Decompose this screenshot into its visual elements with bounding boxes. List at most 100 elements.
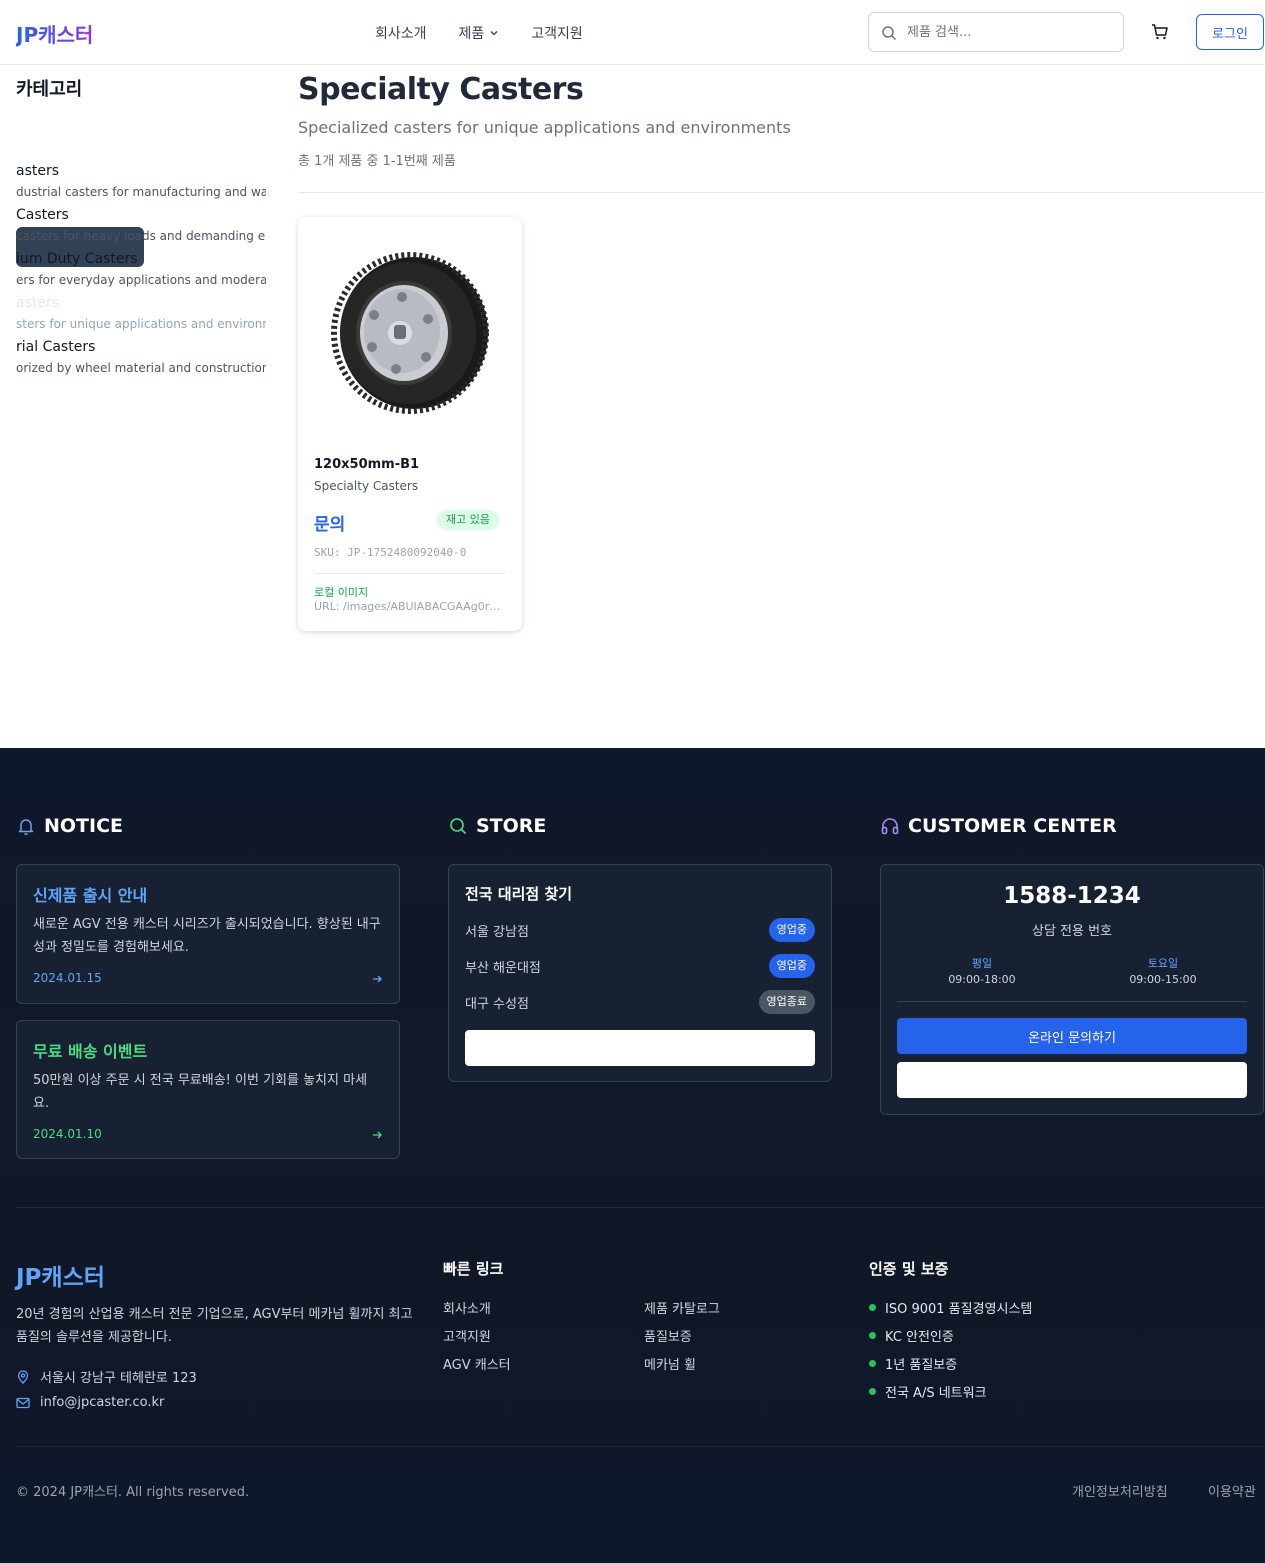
store-status-badge: 영업중 <box>768 918 815 942</box>
copyright: © 2024 JP캐스터. All rights reserved. <box>16 1485 250 1500</box>
product-sku: SKU: JP-1752480092040-0 <box>314 546 467 559</box>
secondary-contact-button[interactable] <box>897 1062 1247 1098</box>
mail-icon <box>16 1397 30 1408</box>
category-desc: dustrial casters for manufacturing and w… <box>16 185 266 199</box>
notice-card[interactable]: 무료 배송 이벤트 50만원 이상 주문 시 전국 무료배송! 이번 기회를 놓… <box>16 1020 400 1159</box>
category-name: rial Casters <box>16 339 96 355</box>
product-price: 문의 <box>314 515 346 535</box>
store-name: 대구 수성점 <box>465 997 529 1012</box>
arrow-right-icon[interactable] <box>371 973 383 985</box>
sidebar-title: 카테고리 <box>16 79 83 100</box>
result-count: 총 1개 제품 중 1-1번째 제품 <box>298 154 456 169</box>
nav-label: 회사소개 <box>375 26 427 42</box>
chevron-down-icon <box>490 31 498 36</box>
category-name: asters <box>16 163 60 179</box>
store-row[interactable]: 부산 해운대점 영업중 <box>465 954 815 978</box>
bullet-dot <box>869 1332 876 1339</box>
search-input[interactable] <box>907 13 1117 51</box>
footer-link[interactable]: 고객지원 <box>443 1326 491 1345</box>
section-label: STORE <box>476 815 547 837</box>
store-row[interactable]: 대구 수성점 영업종료 <box>465 990 815 1014</box>
notice-body: 새로운 AGV 전용 캐스터 시리즈가 출시되었습니다. 향상된 내구성과 정밀… <box>33 917 381 955</box>
page-subtitle: Specialized casters for unique applicati… <box>298 118 791 137</box>
main-nav: 회사소개 제품 고객지원 <box>375 23 615 43</box>
bell-icon <box>18 819 34 836</box>
cert-label: 1년 품질보증 <box>885 1358 958 1373</box>
email-text[interactable]: info@jpcaster.co.kr <box>40 1395 164 1410</box>
online-inquiry-button[interactable]: 온라인 문의하기 <box>897 1018 1247 1054</box>
footer-link[interactable]: 제품 카탈로그 <box>644 1298 720 1317</box>
find-all-stores-button[interactable] <box>465 1030 815 1066</box>
product-name[interactable]: 120x50mm-B1 <box>314 457 419 472</box>
store-row[interactable]: 서울 강남점 영업중 <box>465 918 815 942</box>
hours-label: 토요일 <box>1147 957 1179 970</box>
notice-section-title: NOTICE <box>16 815 123 837</box>
hours-value: 09:00-18:00 <box>948 973 1016 986</box>
sidebar-item-medium-duty[interactable]: ium Duty Casters ers for everyday applic… <box>16 251 266 293</box>
login-button[interactable]: 로그인 <box>1196 14 1264 50</box>
nav-item-company[interactable]: 회사소개 <box>375 23 427 43</box>
store-name: 서울 강남점 <box>465 925 529 940</box>
category-desc: sters for unique applications and enviro… <box>16 317 266 331</box>
arrow-right-icon[interactable] <box>371 1129 383 1141</box>
site-footer: NOTICE 신제품 출시 안내 새로운 AGV 전용 캐스터 시리즈가 출시되… <box>0 748 1265 1563</box>
section-label: CUSTOMER CENTER <box>908 815 1117 837</box>
divider <box>314 573 506 574</box>
sidebar-item-material[interactable]: rial Casters orized by wheel material an… <box>16 339 266 381</box>
nav-label: 제품 <box>458 26 485 42</box>
footer-divider <box>16 1446 1265 1447</box>
search-icon <box>882 26 897 41</box>
footer-link[interactable]: 품질보증 <box>644 1326 692 1345</box>
category-desc: casters for heavy loads and demanding en… <box>16 229 266 243</box>
store-name: 부산 해운대점 <box>465 961 541 976</box>
address-text: 서울시 강남구 테헤란로 123 <box>40 1371 197 1386</box>
product-image[interactable] <box>298 217 522 441</box>
sidebar-item-heavy-duty[interactable]: Casters casters for heavy loads and dema… <box>16 207 266 249</box>
section-label: NOTICE <box>44 815 124 837</box>
product-card[interactable]: 120x50mm-B1 Specialty Casters 문의 재고 있음 S… <box>298 217 522 631</box>
weekday-hours: 평일 09:00-18:00 <box>917 955 1047 986</box>
store-status-badge: 영업종료 <box>758 990 815 1014</box>
notice-body: 50만원 이상 주문 시 전국 무료배송! 이번 기회를 놓치지 마세요. <box>33 1073 368 1111</box>
address: 서울시 강남구 테헤란로 123 <box>16 1367 197 1386</box>
cert-label: ISO 9001 품질경영시스템 <box>885 1302 1033 1317</box>
terms-link[interactable]: 이용약관 <box>1208 1481 1256 1500</box>
store-heading: 전국 대리점 찾기 <box>465 885 573 903</box>
cert-item: 1년 품질보증 <box>869 1354 957 1373</box>
stock-badge: 재고 있음 <box>437 510 499 530</box>
store-section-title: STORE <box>448 815 546 837</box>
phone-label: 상담 전용 번호 <box>1031 924 1113 939</box>
customer-center-panel: 1588-1234 상담 전용 번호 평일 09:00-18:00 토요일 09… <box>880 864 1264 1115</box>
category-desc: orized by wheel material and constructio… <box>16 361 266 375</box>
footer-logo[interactable]: JP캐스터 <box>16 1258 105 1292</box>
category-name: asters <box>16 295 60 311</box>
customer-center-section-title: CUSTOMER CENTER <box>880 815 1117 837</box>
footer-link[interactable]: 메카넘 휠 <box>644 1354 696 1373</box>
store-status-badge: 영업중 <box>768 954 815 978</box>
sidebar-item-industrial[interactable]: asters dustrial casters for manufacturin… <box>16 163 266 205</box>
site-logo[interactable]: JP캐스터 <box>16 19 93 48</box>
quick-links-title: 빠른 링크 <box>443 1260 504 1278</box>
cert-item: ISO 9001 품질경영시스템 <box>869 1298 1032 1317</box>
category-name: Casters <box>16 207 69 223</box>
notice-title: 무료 배송 이벤트 <box>33 1042 148 1061</box>
privacy-policy-link[interactable]: 개인정보처리방침 <box>1072 1481 1168 1500</box>
bullet-dot <box>869 1304 876 1311</box>
sidebar-item-specialty[interactable]: asters sters for unique applications and… <box>16 295 266 337</box>
company-description: 20년 경험의 산업용 캐스터 전문 기업으로, AGV부터 메카넘 휠까지 최… <box>16 1307 413 1345</box>
product-category: Specialty Casters <box>314 479 419 493</box>
notice-date: 2024.01.10 <box>33 1127 102 1141</box>
divider <box>298 192 1265 193</box>
nav-item-products[interactable]: 제품 <box>459 23 500 43</box>
saturday-hours: 토요일 09:00-15:00 <box>1098 955 1228 986</box>
bullet-dot <box>869 1360 876 1367</box>
footer-link[interactable]: AGV 캐스터 <box>443 1354 511 1373</box>
footer-link[interactable]: 회사소개 <box>443 1298 491 1317</box>
hours-label: 평일 <box>971 957 993 970</box>
search-box <box>868 12 1124 52</box>
cart-icon[interactable] <box>1150 22 1170 42</box>
image-url: URL: /images/ABUIABACGAAg0rL2rwYooPW5hQM… <box>314 600 506 613</box>
cert-item: KC 안전인증 <box>869 1326 954 1345</box>
notice-card[interactable]: 신제품 출시 안내 새로운 AGV 전용 캐스터 시리즈가 출시되었습니다. 향… <box>16 864 400 1004</box>
nav-item-support[interactable]: 고객지원 <box>531 23 583 43</box>
